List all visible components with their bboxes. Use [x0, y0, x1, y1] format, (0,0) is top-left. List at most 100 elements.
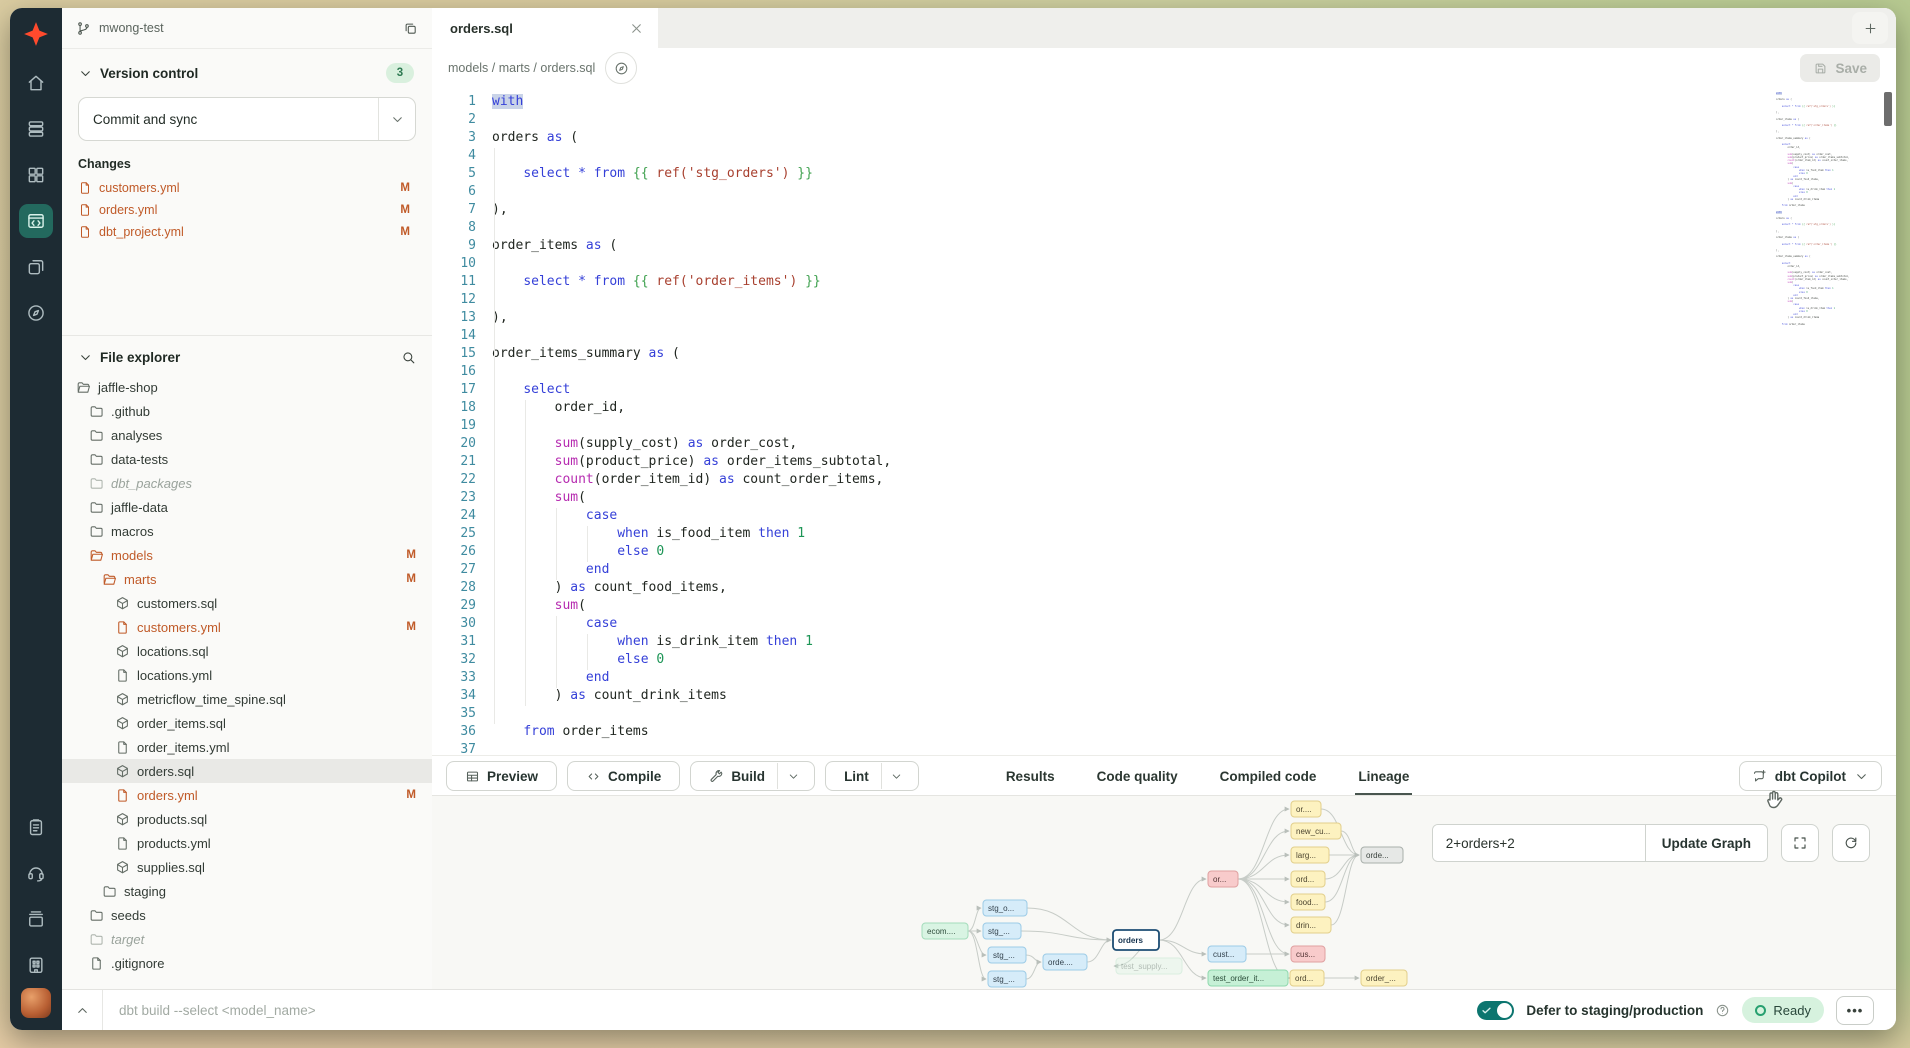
tree-item-customers.yml[interactable]: customers.ymlM: [62, 615, 432, 639]
nav-deploy[interactable]: [18, 106, 54, 152]
help-icon[interactable]: [1715, 1003, 1730, 1018]
code-editor[interactable]: 1with23orders as (45 select * from {{ re…: [432, 88, 1896, 755]
lineage-node-drin...[interactable]: drin...: [1291, 917, 1331, 933]
tree-item-models[interactable]: modelsM: [62, 543, 432, 567]
changed-file-row[interactable]: customers.ymlM: [62, 177, 432, 199]
lineage-node-ecom....[interactable]: ecom....: [922, 923, 968, 939]
nav-ide[interactable]: [18, 198, 54, 244]
lineage-node-cust...[interactable]: cust...: [1208, 946, 1246, 962]
tree-item-marts[interactable]: martsM: [62, 567, 432, 591]
open-lineage-compass-button[interactable]: [605, 52, 637, 84]
lineage-node-stg_...[interactable]: stg_...: [988, 947, 1026, 963]
tree-item-target[interactable]: target: [62, 927, 432, 951]
tree-item-.gitignore[interactable]: .gitignore: [62, 951, 432, 975]
lineage-node-orde....[interactable]: orde....: [1043, 954, 1087, 970]
commit-options-chevron[interactable]: [378, 98, 415, 140]
tree-item-supplies.sql[interactable]: supplies.sql: [62, 855, 432, 879]
dropdown-chevron[interactable]: [881, 763, 912, 789]
tab-code-quality[interactable]: Code quality: [1076, 756, 1199, 796]
lineage-node-stg_o...[interactable]: stg_o...: [983, 900, 1027, 916]
user-avatar[interactable]: [21, 988, 51, 1018]
commit-and-sync-button[interactable]: Commit and sync: [78, 97, 416, 141]
lineage-node-stg_...[interactable]: stg_...: [983, 923, 1021, 939]
lineage-node-or...[interactable]: or...: [1208, 871, 1238, 887]
tree-item-order_items.yml[interactable]: order_items.yml: [62, 735, 432, 759]
tab-orders-sql[interactable]: orders.sql: [432, 8, 658, 48]
tree-item-jaffle-shop[interactable]: jaffle-shop: [62, 375, 432, 399]
tree-item-products.sql[interactable]: products.sql: [62, 807, 432, 831]
compile-button[interactable]: Compile: [567, 761, 680, 791]
nav-discover[interactable]: [18, 290, 54, 336]
dropdown-chevron[interactable]: [777, 763, 808, 789]
preview-button[interactable]: Preview: [446, 761, 557, 791]
lineage-node-or....[interactable]: or....: [1291, 801, 1321, 817]
tree-item-jaffle-data[interactable]: jaffle-data: [62, 495, 432, 519]
changed-file-row[interactable]: dbt_project.ymlM: [62, 221, 432, 243]
editor-scrollbar[interactable]: [1882, 90, 1894, 753]
tree-item-products.yml[interactable]: products.yml: [62, 831, 432, 855]
new-tab-button[interactable]: [1852, 12, 1888, 44]
code-line: 2: [432, 112, 1896, 130]
lineage-node-orde...[interactable]: orde...: [1361, 847, 1403, 863]
tree-item-macros[interactable]: macros: [62, 519, 432, 543]
scrollbar-thumb[interactable]: [1884, 92, 1892, 126]
lineage-selector-input[interactable]: [1433, 825, 1645, 861]
tree-item-.github[interactable]: .github: [62, 399, 432, 423]
tree-item-orders.sql[interactable]: orders.sql: [62, 759, 432, 783]
lineage-node-cus...[interactable]: cus...: [1291, 946, 1325, 962]
search-icon[interactable]: [401, 350, 416, 365]
lineage-node-larg...[interactable]: larg...: [1291, 847, 1329, 863]
tab-lineage[interactable]: Lineage: [1337, 756, 1430, 796]
tree-item-order_items.sql[interactable]: order_items.sql: [62, 711, 432, 735]
update-graph-button[interactable]: Update Graph: [1645, 825, 1767, 861]
model-icon: [115, 596, 130, 611]
build-button[interactable]: Build: [690, 761, 815, 791]
folder-icon: [89, 500, 104, 515]
more-options-button[interactable]: •••: [1836, 996, 1874, 1025]
dbt-copilot-button[interactable]: dbt Copilot: [1739, 761, 1882, 791]
tree-item-locations.yml[interactable]: locations.yml: [62, 663, 432, 687]
folder-icon: [89, 524, 104, 539]
tree-item-analyses[interactable]: analyses: [62, 423, 432, 447]
lineage-node-test_order_it...[interactable]: test_order_it...: [1208, 970, 1288, 986]
nav-support[interactable]: [18, 850, 54, 896]
defer-toggle[interactable]: [1477, 1001, 1514, 1020]
tab-compiled-code[interactable]: Compiled code: [1199, 756, 1338, 796]
fullscreen-button[interactable]: [1781, 824, 1819, 862]
lineage-node-stg_...[interactable]: stg_...: [988, 971, 1026, 987]
tree-item-staging[interactable]: staging: [62, 879, 432, 903]
nav-marketplace[interactable]: [18, 942, 54, 988]
file-explorer-header[interactable]: File explorer: [62, 336, 432, 371]
lineage-node-test_supply...[interactable]: test_supply...: [1116, 958, 1182, 974]
nav-orchestration[interactable]: [18, 244, 54, 290]
version-control-header[interactable]: Version control 3: [62, 49, 432, 89]
copy-icon[interactable]: [403, 21, 418, 36]
tree-item-locations.sql[interactable]: locations.sql: [62, 639, 432, 663]
nav-apps[interactable]: [18, 152, 54, 198]
lineage-node-orders[interactable]: orders: [1113, 930, 1159, 950]
lineage-node-order_...[interactable]: order_...: [1361, 970, 1407, 986]
tree-item-metricflow_time_spine.sql[interactable]: metricflow_time_spine.sql: [62, 687, 432, 711]
nav-home[interactable]: [18, 60, 54, 106]
tree-item-orders.yml[interactable]: orders.ymlM: [62, 783, 432, 807]
tree-item-data-tests[interactable]: data-tests: [62, 447, 432, 471]
lineage-node-ord...[interactable]: ord...: [1290, 970, 1324, 986]
tree-item-label: customers.yml: [137, 620, 221, 635]
tab-results[interactable]: Results: [985, 756, 1076, 796]
command-bar-expand-button[interactable]: [62, 1003, 102, 1018]
changed-file-row[interactable]: orders.ymlM: [62, 199, 432, 221]
lineage-node-new_cu...[interactable]: new_cu...: [1291, 823, 1341, 839]
tree-item-dbt_packages[interactable]: dbt_packages: [62, 471, 432, 495]
save-button[interactable]: Save: [1800, 54, 1880, 82]
tree-item-customers.sql[interactable]: customers.sql: [62, 591, 432, 615]
lineage-node-ord...[interactable]: ord...: [1291, 871, 1325, 887]
tree-item-seeds[interactable]: seeds: [62, 903, 432, 927]
dbt-logo[interactable]: [18, 8, 54, 60]
nav-library[interactable]: [18, 896, 54, 942]
refresh-button[interactable]: [1832, 824, 1870, 862]
lineage-node-food...[interactable]: food...: [1291, 894, 1325, 910]
nav-notes[interactable]: [18, 804, 54, 850]
command-input[interactable]: dbt build --select <model_name>: [103, 1003, 316, 1018]
lint-button[interactable]: Lint: [825, 761, 919, 791]
close-icon[interactable]: [629, 21, 644, 36]
